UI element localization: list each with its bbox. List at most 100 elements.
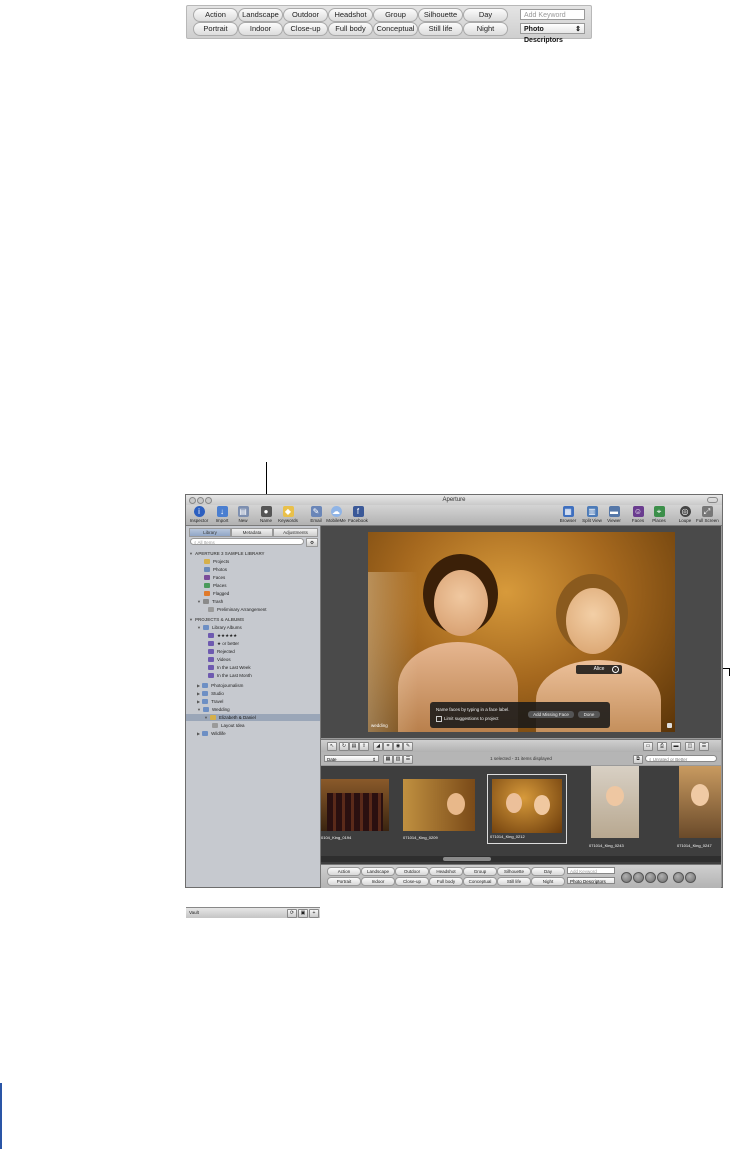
bottom-keyword-portrait[interactable]: Portrait [327, 877, 361, 886]
album-five-stars[interactable]: ★★★★★ [208, 632, 237, 639]
bottom-keyword-indoor[interactable]: Indoor [361, 877, 395, 886]
search-options-button[interactable]: ⚙ [306, 538, 318, 547]
lift-tool-icon[interactable]: ⇧ [359, 742, 369, 751]
toolbar-toggle-button[interactable] [707, 497, 718, 503]
facebook-button[interactable]: f Facebook [347, 506, 369, 524]
keyword-button-outdoor[interactable]: Outdoor [283, 8, 328, 22]
bottom-preset-select[interactable]: Photo Descriptors [567, 877, 615, 884]
face-label-alice[interactable]: Alice › [576, 665, 622, 674]
scrollbar-thumb[interactable] [443, 857, 491, 861]
library-item-faces[interactable]: Faces [204, 574, 225, 581]
library-item-photos[interactable]: Photos [204, 566, 227, 573]
print-icon[interactable]: ⎙ [657, 742, 667, 751]
album-last-month[interactable]: In the Last Month [208, 672, 252, 679]
filter-hud-icon[interactable]: ⧉ [633, 755, 643, 764]
disclosure-triangle-icon[interactable]: ▶ [197, 731, 200, 736]
disclosure-triangle-icon[interactable]: ▼ [189, 617, 193, 622]
bottom-keyword-still-life[interactable]: Still life [497, 877, 531, 886]
mobileme-button[interactable]: ☁ MobileMe [325, 506, 347, 524]
import-button[interactable]: ↓ Import [211, 506, 233, 524]
thumbnail-2[interactable] [403, 779, 475, 831]
crop-tool-icon[interactable]: ⌗ [383, 742, 393, 751]
bottom-keyword-landscape[interactable]: Landscape [361, 867, 395, 876]
grid-view-icon[interactable]: ▦ [383, 755, 393, 764]
loupe-button[interactable]: ◎ Loupe [674, 506, 696, 524]
list-view-icon[interactable]: ☰ [699, 742, 709, 751]
library-item-trash[interactable]: ▼ Trash [197, 598, 223, 605]
stack-tool-icon[interactable]: ▤ [349, 742, 359, 751]
tab-library[interactable]: Library [189, 528, 231, 537]
main-photo[interactable]: Alice › Name faces by typing in a face l… [368, 532, 675, 732]
library-albums-folder[interactable]: ▼ Library Albums [197, 624, 242, 631]
bottom-keyword-group[interactable]: Group [463, 867, 497, 876]
disclosure-triangle-icon[interactable]: ▼ [197, 707, 201, 712]
split-view-button[interactable]: ▥ Split View [581, 506, 603, 524]
decrease-rating-button[interactable] [633, 872, 644, 883]
select-rating-button[interactable] [657, 872, 668, 883]
bottom-keyword-full-body[interactable]: Full body [429, 877, 463, 886]
project-folder-wildlife[interactable]: ▶ Wildlife [197, 730, 226, 737]
project-folder-wedding[interactable]: ▼ Wedding [197, 706, 230, 713]
project-folder-studio[interactable]: ▶ Studio [197, 690, 224, 697]
vault-refresh-button[interactable]: ⟳ [287, 909, 297, 918]
keyword-button-action[interactable]: Action [193, 8, 238, 22]
viewer-button[interactable]: ▬ Viewer [603, 506, 625, 524]
bottom-keyword-close-up[interactable]: Close-up [395, 877, 429, 886]
zoom-window-button[interactable] [205, 497, 212, 504]
disclosure-triangle-icon[interactable]: ▶ [197, 691, 200, 696]
next-image-button[interactable] [685, 872, 696, 883]
keyword-button-landscape[interactable]: Landscape [238, 8, 283, 22]
project-elizabeth-daniel[interactable]: ▼ Elizabeth & Daniel [186, 714, 320, 721]
library-item-projects[interactable]: Projects [204, 558, 229, 565]
keyword-preset-select[interactable]: Photo Descriptors ⇕ [520, 23, 585, 44]
limit-suggestions-checkbox[interactable]: Limit suggestions to project [436, 716, 499, 722]
library-item-places[interactable]: Places [204, 582, 227, 589]
thumbnail-5[interactable] [679, 766, 721, 838]
full-screen-button[interactable]: ⤢ Full Screen [696, 506, 719, 524]
disclosure-triangle-icon[interactable]: ▶ [197, 699, 200, 704]
album-one-star-or-better[interactable]: ★ or better [208, 640, 239, 647]
new-button[interactable]: ▤ New [232, 506, 254, 524]
keyword-button-indoor[interactable]: Indoor [238, 22, 283, 36]
vault-add-button[interactable]: + [309, 909, 319, 918]
bottom-keyword-night[interactable]: Night [531, 877, 565, 886]
reject-button[interactable] [621, 872, 632, 883]
keyword-button-group[interactable]: Group [373, 8, 418, 22]
split-icon[interactable]: ▥ [393, 755, 403, 764]
browser-view-button[interactable]: ▦ Browser [557, 506, 579, 524]
import-panel-icon[interactable]: ▭ [643, 742, 653, 751]
disclosure-triangle-icon[interactable]: ▼ [204, 715, 208, 720]
keyword-button-portrait[interactable]: Portrait [193, 22, 238, 36]
keyword-button-close-up[interactable]: Close-up [283, 22, 328, 36]
keyword-button-night[interactable]: Night [463, 22, 508, 36]
minimize-window-button[interactable] [197, 497, 204, 504]
bottom-keyword-outdoor[interactable]: Outdoor [395, 867, 429, 876]
done-button[interactable]: Done [578, 711, 600, 718]
bottom-add-keyword-field[interactable]: Add Keyword [567, 867, 615, 874]
thumbnail-4[interactable] [591, 766, 639, 838]
library-item-flagged[interactable]: Flagged [204, 590, 229, 597]
bottom-keyword-conceptual[interactable]: Conceptual [463, 877, 497, 886]
disclosure-triangle-icon[interactable]: ▶ [197, 683, 200, 688]
project-folder-travel[interactable]: ▶ Travel [197, 698, 223, 705]
keyword-button-silhouette[interactable]: Silhouette [418, 8, 463, 22]
bottom-keyword-silhouette[interactable]: Silhouette [497, 867, 531, 876]
add-keyword-field[interactable]: Add Keyword [520, 9, 585, 20]
places-button[interactable]: ⌖ Places [648, 506, 670, 524]
library-search-input[interactable]: ⌕ All Items [190, 538, 304, 545]
film-strip-icon[interactable]: ▬ [671, 742, 681, 751]
name-faces-button[interactable]: ● Name [255, 506, 277, 524]
two-up-icon[interactable]: ◫ [685, 742, 695, 751]
keyword-button-still-life[interactable]: Still life [418, 22, 463, 36]
chevron-right-icon[interactable]: › [612, 666, 619, 673]
disclosure-triangle-icon[interactable]: ▼ [189, 551, 193, 556]
add-missing-face-button[interactable]: Add Missing Face [528, 711, 574, 718]
straighten-tool-icon[interactable]: ◢ [373, 742, 383, 751]
keyword-button-day[interactable]: Day [463, 8, 508, 22]
keyword-button-headshot[interactable]: Headshot [328, 8, 373, 22]
album-rejected[interactable]: Rejected [208, 648, 235, 655]
bottom-keyword-day[interactable]: Day [531, 867, 565, 876]
tab-adjustments[interactable]: Adjustments [273, 528, 318, 537]
email-button[interactable]: ✎ Email [305, 506, 327, 524]
list-icon[interactable]: ☰ [403, 755, 413, 764]
